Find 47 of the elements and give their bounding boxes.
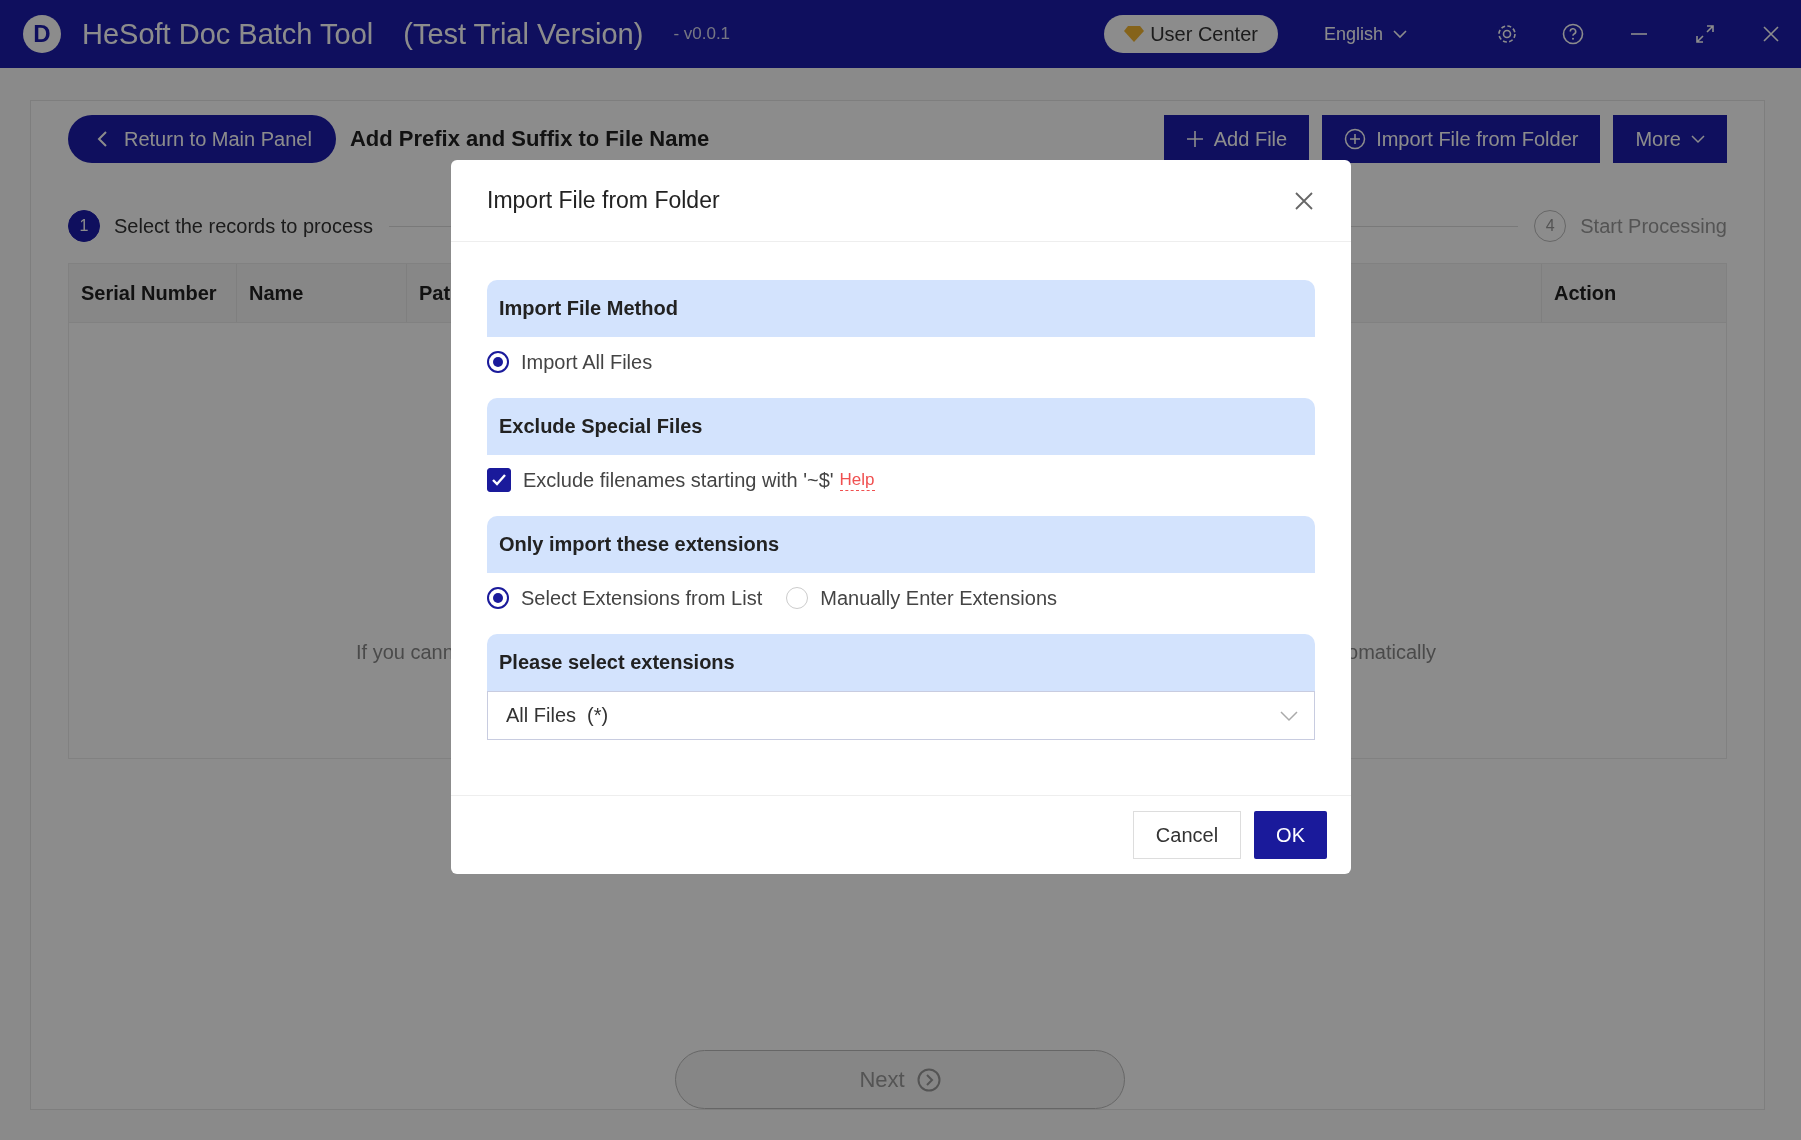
language-dropdown[interactable]: English: [1317, 22, 1413, 46]
dialog-title: Import File from Folder: [487, 187, 720, 214]
chevron-circle-icon: [916, 1067, 941, 1092]
checkbox[interactable]: [487, 468, 511, 492]
cancel-button[interactable]: Cancel: [1132, 811, 1242, 859]
user-center-button[interactable]: User Center: [1104, 15, 1278, 53]
ok-button[interactable]: OK: [1254, 811, 1327, 859]
caret-icon: [1280, 709, 1298, 722]
toolbar-button[interactable]: More: [1613, 115, 1727, 163]
toolbar-button[interactable]: Import File from Folder: [1322, 115, 1601, 163]
option-label: Import All Files: [521, 350, 653, 374]
page-title: Add Prefix and Suffix to File Name: [349, 126, 710, 152]
step-label: Select the records to process: [114, 214, 373, 238]
chevron-left-icon: [96, 130, 108, 148]
return-button[interactable]: Return to Main Panel: [68, 115, 336, 163]
diamond-icon: [1124, 25, 1145, 43]
column-header: Serial Number: [69, 264, 237, 322]
app-subtitle: (Test Trial Version): [403, 17, 644, 51]
column-header: Action: [1553, 280, 1618, 306]
section-header: Only import these extensions: [487, 516, 1315, 573]
section-header: Import File Method: [487, 280, 1315, 337]
plus-icon: [1185, 130, 1204, 148]
toolbar-button[interactable]: Add File: [1163, 115, 1310, 163]
section-header: Exclude Special Files: [487, 398, 1315, 455]
radio-button[interactable]: [487, 351, 509, 373]
close-icon[interactable]: [1293, 189, 1315, 212]
help-icon[interactable]: [1561, 22, 1585, 46]
option-label: Exclude filenames starting with '~$': [523, 468, 834, 492]
caret-icon: [1393, 29, 1407, 39]
column-header: Name: [237, 264, 407, 322]
maximize-icon[interactable]: [1693, 22, 1717, 46]
section-header: Please select extensions: [487, 634, 1315, 691]
step-number: 1: [68, 210, 100, 242]
option-label: Manually Enter Extensions: [820, 586, 1057, 610]
version-label: - v0.0.1: [673, 24, 731, 44]
settings-icon[interactable]: [1495, 22, 1519, 46]
help-link[interactable]: Help: [839, 469, 875, 491]
caret-icon: [1691, 134, 1705, 144]
app-logo: D: [22, 14, 62, 54]
radio-button[interactable]: [487, 587, 509, 609]
app-title: HeSoft Doc Batch Tool: [82, 17, 374, 51]
extension-select[interactable]: All Files (*): [487, 691, 1315, 740]
checkmark-icon: [491, 473, 507, 487]
step-label: Start Processing: [1580, 214, 1727, 238]
plus-circle-icon: [1344, 128, 1367, 150]
option-label: Select Extensions from List: [521, 586, 763, 610]
empty-hint-text: omatically: [1347, 641, 1436, 664]
